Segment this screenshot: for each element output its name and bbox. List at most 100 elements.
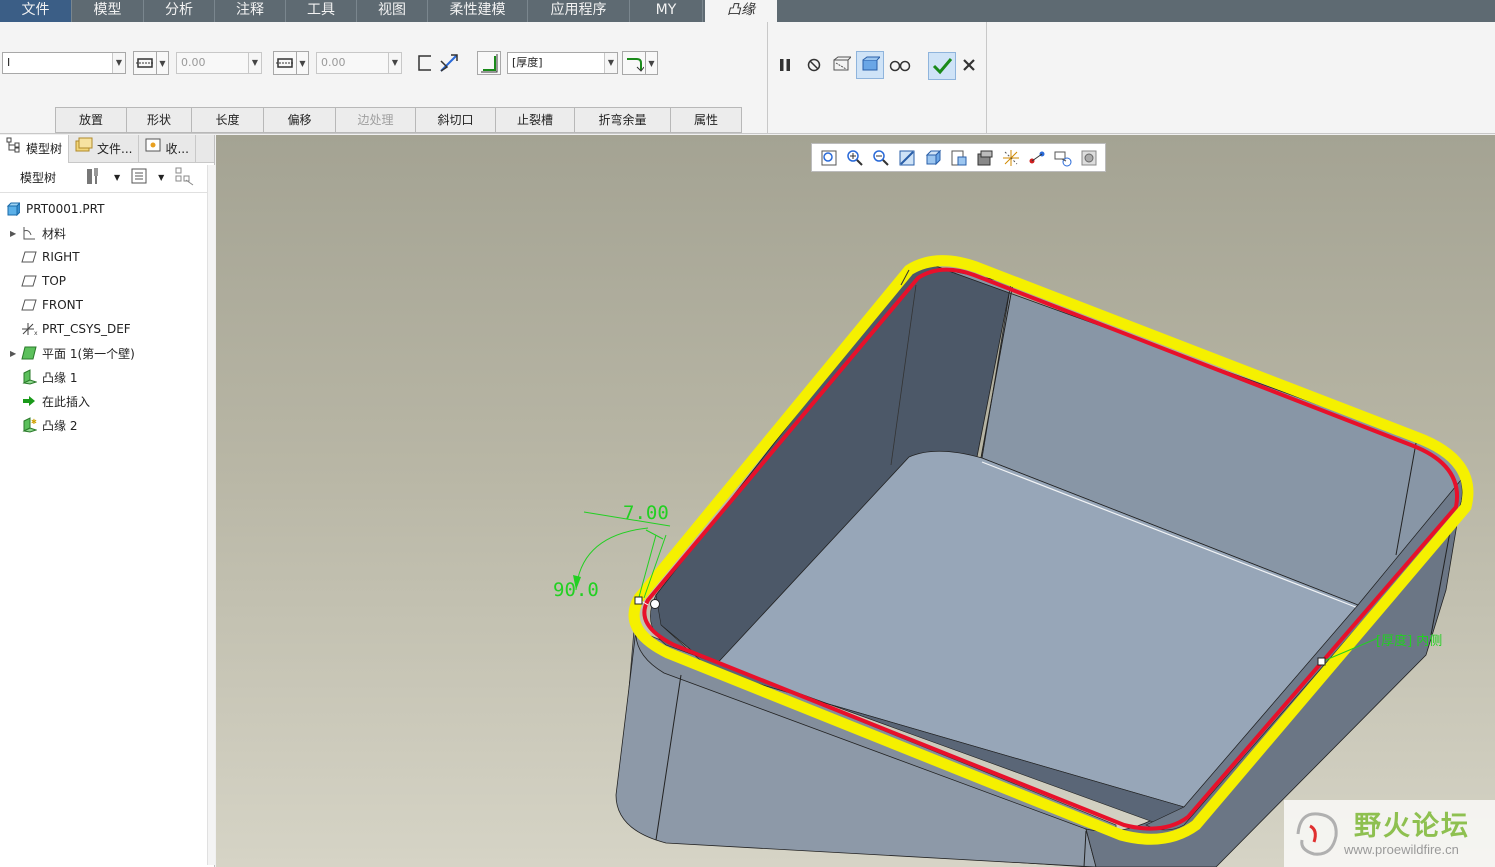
show-list-icon[interactable]: [130, 167, 148, 188]
dimension-angle-label[interactable]: 90.0: [553, 579, 599, 601]
tab-shape[interactable]: 形状: [126, 107, 191, 133]
chevron-down-icon[interactable]: ▼: [114, 173, 120, 182]
csys-icon: x: [20, 321, 38, 337]
profile-shape-icon[interactable]: [413, 51, 437, 75]
tree-item-part[interactable]: PRT0001.PRT: [0, 197, 214, 221]
sheetmetal-model: 7.00 90.0 [厚度] 内侧: [553, 255, 1474, 867]
length-start-type-icon[interactable]: [133, 51, 157, 75]
ribbon-tab-bar: 文件 模型 分析 注释 工具 视图 柔性建模 应用程序 MY 凸缘: [0, 0, 1495, 22]
insert-here-arrow-icon: [20, 393, 38, 409]
svg-text:x: x: [34, 330, 38, 337]
favorites-icon: [145, 135, 161, 163]
tree-item-csys[interactable]: x PRT_CSYS_DEF: [0, 317, 214, 341]
thickness-option-select[interactable]: [厚度] ▼: [507, 52, 618, 74]
refit-icon[interactable]: [818, 147, 839, 168]
datum-plane-icon: [20, 249, 38, 265]
chevron-down-icon[interactable]: ▼: [157, 51, 169, 75]
tab-view[interactable]: 视图: [357, 0, 428, 22]
tree-item-label: 在此插入: [42, 394, 91, 409]
tab-file[interactable]: 文件: [0, 0, 72, 22]
annotation-display-icon[interactable]: [1052, 147, 1073, 168]
dimension-length-label[interactable]: 7.00: [623, 502, 669, 524]
tree-item-right-plane[interactable]: RIGHT: [0, 245, 214, 269]
settings-tools-icon[interactable]: [84, 166, 104, 189]
expand-arrow-icon[interactable]: ▶: [10, 229, 20, 238]
chevron-down-icon[interactable]: ▼: [646, 51, 658, 75]
chevron-down-icon[interactable]: ▼: [158, 173, 164, 182]
tree-item-front-plane[interactable]: FRONT: [0, 293, 214, 317]
tree-item-label: 平面 1(第一个壁): [42, 346, 135, 361]
divider: [986, 22, 987, 134]
appearance-gallery-icon[interactable]: [1078, 147, 1099, 168]
tab-annotate[interactable]: 注释: [215, 0, 286, 22]
tab-offset[interactable]: 偏移: [263, 107, 335, 133]
length-start-input[interactable]: 0.00 ▼: [176, 52, 262, 74]
bend-radius-icon[interactable]: [622, 51, 646, 75]
chevron-down-icon: ▼: [248, 53, 261, 73]
tab-flange[interactable]: 凸缘: [705, 0, 777, 22]
model-tree-label: 模型树: [20, 171, 57, 185]
graphics-viewport[interactable]: 7.00 90.0 [厚度] 内侧 野火论坛 www.proewildfire.…: [216, 135, 1495, 867]
display-style-icon[interactable]: [974, 147, 995, 168]
zoom-in-icon[interactable]: [844, 147, 865, 168]
cancel-close-icon[interactable]: [957, 53, 981, 77]
tree-item-planar-wall[interactable]: ▶ 平面 1(第一个壁): [0, 341, 214, 365]
geometry-preview-icon[interactable]: [829, 53, 853, 77]
tab-folder-browser[interactable]: 文件...: [69, 135, 140, 163]
tab-tools[interactable]: 工具: [286, 0, 357, 22]
expand-arrow-icon[interactable]: ▶: [10, 349, 20, 358]
tab-relief[interactable]: 止裂槽: [495, 107, 574, 133]
tab-length[interactable]: 长度: [191, 107, 263, 133]
chevron-down-icon: ▼: [388, 53, 401, 73]
navigator-panel: 模型树 文件... 收... 模型树 ▼ ▼ PRT0001.PRT ▶ 材料 …: [0, 135, 215, 867]
panel-scrollbar[interactable]: [207, 165, 215, 865]
tree-item-flange-1[interactable]: 凸缘 1: [0, 365, 214, 389]
tree-item-flange-2[interactable]: ✱ 凸缘 2: [0, 413, 214, 437]
tab-my[interactable]: MY: [630, 0, 703, 22]
thickness-side-icon[interactable]: [477, 51, 501, 75]
zoom-out-icon[interactable]: [870, 147, 891, 168]
chevron-down-icon[interactable]: ▼: [297, 51, 309, 75]
pause-icon[interactable]: [773, 53, 797, 77]
tab-model-tree[interactable]: 模型树: [0, 135, 70, 163]
tree-item-label: FRONT: [42, 298, 83, 312]
spin-center-icon[interactable]: [1026, 147, 1047, 168]
no-preview-icon[interactable]: [802, 53, 826, 77]
tab-analysis[interactable]: 分析: [144, 0, 215, 22]
verify-glasses-icon[interactable]: [888, 53, 912, 77]
tab-properties[interactable]: 属性: [670, 107, 742, 133]
flange-type-value: I: [7, 56, 11, 69]
chevron-down-icon: ▼: [604, 53, 617, 73]
tab-flexible-modeling[interactable]: 柔性建模: [428, 0, 528, 22]
tree-item-insert-here[interactable]: 在此插入: [0, 389, 214, 413]
flange-option-tabs: 放置 形状 长度 偏移 边处理 斜切口 止裂槽 折弯余量 属性: [55, 107, 742, 133]
view-manager-icon[interactable]: [948, 147, 969, 168]
tab-placement[interactable]: 放置: [55, 107, 126, 133]
tree-item-label: PRT_CSYS_DEF: [42, 322, 131, 336]
tree-item-top-plane[interactable]: TOP: [0, 269, 214, 293]
datum-display-icon[interactable]: [1000, 147, 1021, 168]
tab-bend-allowance[interactable]: 折弯余量: [574, 107, 670, 133]
model-tree-toolbar: 模型树 ▼ ▼: [0, 163, 214, 193]
length-end-value: 0.00: [321, 56, 346, 69]
tab-applications[interactable]: 应用程序: [528, 0, 630, 22]
flange-icon: [20, 369, 38, 385]
tab-model[interactable]: 模型: [72, 0, 144, 22]
folder-icon: [75, 135, 93, 163]
length-end-input[interactable]: 0.00 ▼: [316, 52, 402, 74]
tree-item-label: 材料: [42, 226, 67, 241]
thickness-side-label[interactable]: [厚度] 内侧: [1376, 633, 1442, 649]
confirm-checkmark-icon[interactable]: [928, 52, 956, 80]
tree-item-label: TOP: [42, 274, 67, 288]
flange-type-select[interactable]: I ▼: [2, 52, 126, 74]
flip-direction-icon[interactable]: [437, 51, 461, 75]
repaint-icon[interactable]: [896, 147, 917, 168]
tab-favorites[interactable]: 收...: [139, 135, 196, 163]
tab-miter-cut[interactable]: 斜切口: [415, 107, 495, 133]
length-end-type-icon[interactable]: [273, 51, 297, 75]
feature-preview-icon[interactable]: [856, 51, 884, 79]
saved-orientations-icon[interactable]: [922, 147, 943, 168]
divider: [767, 22, 768, 134]
filter-tree-icon[interactable]: [174, 166, 194, 189]
tree-item-material[interactable]: ▶ 材料: [0, 221, 214, 245]
